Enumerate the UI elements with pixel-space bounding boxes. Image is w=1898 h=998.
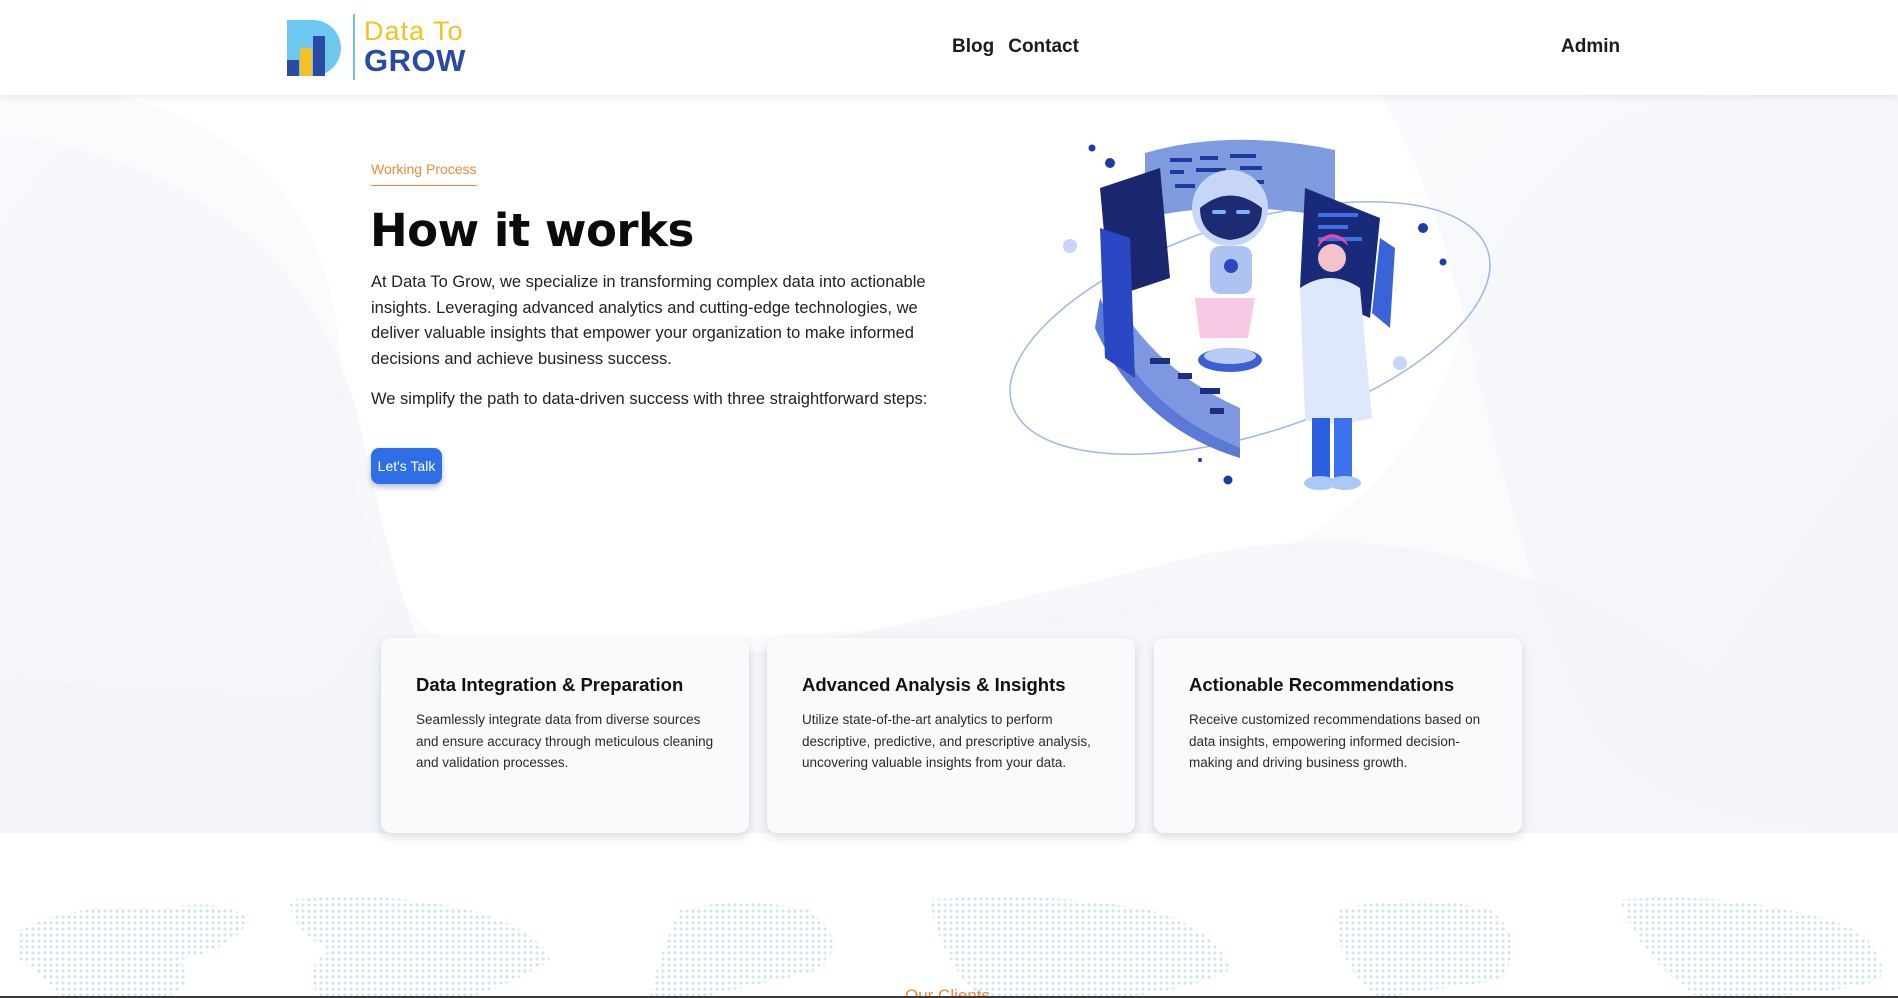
logo-link[interactable]: Data To GROW xyxy=(283,13,473,81)
logo-line2: GROW xyxy=(364,43,466,78)
lets-talk-button[interactable]: Let's Talk xyxy=(371,448,442,484)
world-map-dots-background xyxy=(20,896,1882,998)
step-card-text: Receive customized recommendations based… xyxy=(1189,712,1481,770)
logo-line1: Data To xyxy=(364,16,464,46)
step-card-text: Seamlessly integrate data from diverse s… xyxy=(416,712,714,770)
hero-description: At Data To Grow, we specialize in transf… xyxy=(371,273,926,368)
hero-steps-intro: We simplify the path to data-driven succ… xyxy=(371,390,928,408)
nav-link-blog[interactable]: Blog xyxy=(952,36,994,58)
admin-link[interactable]: Admin xyxy=(1561,36,1620,58)
step-card-title: Advanced Analysis & Insights xyxy=(802,674,1066,695)
site-header: Data To GROW Blog Contact Admin xyxy=(0,0,1898,95)
step-card-integration: Data Integration & Preparation Seamlessl… xyxy=(381,638,749,833)
step-card-title: Actionable Recommendations xyxy=(1189,674,1455,695)
step-card-analysis: Advanced Analysis & Insights Utilize sta… xyxy=(767,638,1135,833)
nav-link-contact[interactable]: Contact xyxy=(1008,36,1079,58)
logo-chart-icon xyxy=(283,16,343,78)
logo-divider xyxy=(353,14,355,80)
robot-scientist-illustration xyxy=(1009,139,1491,490)
section-eyebrow: Working Process xyxy=(371,161,477,186)
logo-wordmark: Data To GROW xyxy=(364,16,466,78)
step-card-title: Data Integration & Preparation xyxy=(416,674,684,695)
main-nav: Blog Contact xyxy=(952,36,1079,58)
step-card-recommendations: Actionable Recommendations Receive custo… xyxy=(1154,638,1522,833)
page-title: How it works xyxy=(370,204,694,257)
step-card-text: Utilize state-of-the-art analytics to pe… xyxy=(802,712,1091,770)
